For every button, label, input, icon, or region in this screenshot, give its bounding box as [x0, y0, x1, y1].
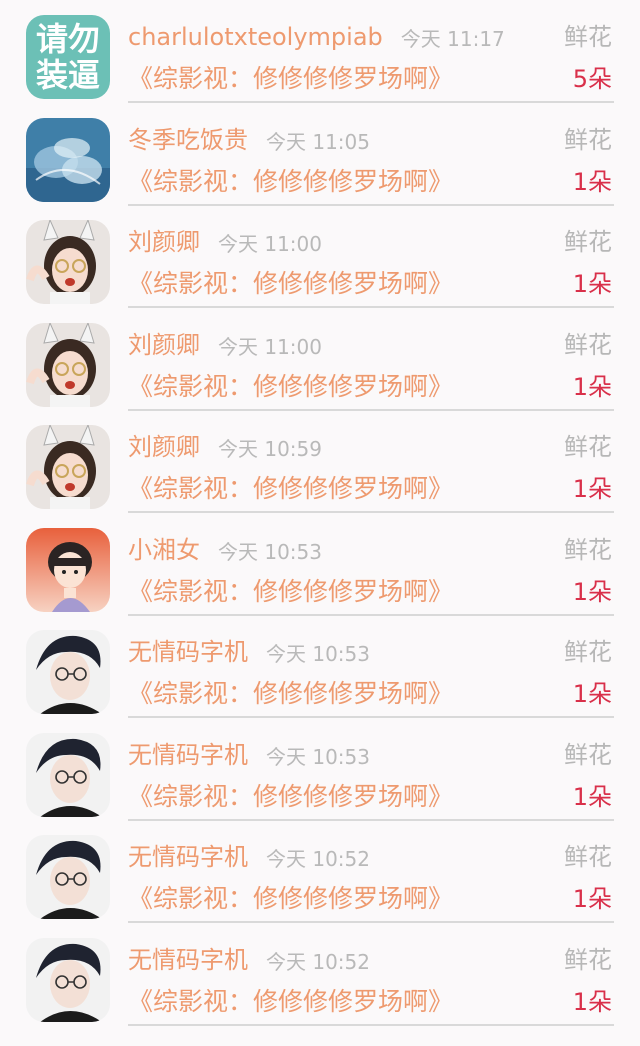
gift-time: 今天 10:59: [218, 437, 322, 461]
book-title[interactable]: 《综影视：修修修修罗场啊》: [128, 882, 453, 916]
text-avatar[interactable]: 请勿 装逼: [26, 15, 110, 99]
gift-time: 今天 11:00: [218, 334, 322, 359]
gift-time: 今天 10:53: [266, 744, 370, 769]
gift-record-row[interactable]: 请勿 装逼 charlulotxteolympiab 今天 11:17 鲜花《综影视：修…: [0, 0, 640, 103]
gift-type: 鲜花: [564, 740, 612, 769]
avatar-text: 装逼: [35, 56, 100, 94]
user-name[interactable]: charlulotxteolympiab: [128, 20, 383, 54]
book-title[interactable]: 《综影视：修修修修罗场啊》: [128, 165, 453, 199]
gift-count: 1朵: [572, 680, 612, 708]
row-divider: [128, 1023, 614, 1026]
avatar-text: 请勿: [35, 20, 100, 58]
user-name[interactable]: 刘颜卿: [128, 225, 200, 259]
gift-count: 1朵: [572, 782, 612, 811]
gift-record-row[interactable]: 刘颜卿 今天 11:00 鲜花《综影视：修修修修罗场啊》 1朵: [0, 205, 640, 308]
book-title[interactable]: 《综影视：修修修修罗场啊》: [128, 472, 453, 506]
gift-type: 鲜花: [564, 228, 612, 256]
man-glasses-avatar[interactable]: [26, 937, 110, 1022]
gift-record-row[interactable]: 刘颜卿 今天 10:59 鲜花《综影视：修修修修罗场啊》 1朵: [0, 410, 640, 513]
gift-type: 鲜花: [564, 945, 612, 974]
gift-record-row[interactable]: 无情码字机 今天 10:52 鲜花《综影视：修修修修罗场啊》 1朵: [0, 923, 640, 1026]
girl-avatar[interactable]: [26, 322, 110, 407]
gift-count: 1朵: [572, 167, 612, 196]
gift-record-row[interactable]: 冬季吃饭贵 今天 11:05 鲜花《综影视：修修修修罗场啊》 1朵: [0, 103, 640, 206]
gift-count: 1朵: [572, 372, 612, 401]
gift-type: 鲜花: [564, 535, 612, 564]
book-title[interactable]: 《综影视：修修修修罗场啊》: [128, 677, 453, 711]
girl-avatar[interactable]: [26, 220, 110, 304]
gift-time: 今天 10:52: [266, 847, 370, 871]
gift-record-row[interactable]: 小湘女 今天 10:53 鲜花《综影视：修修修修罗场啊》 1朵: [0, 513, 640, 616]
gift-count: 1朵: [572, 885, 612, 913]
man-glasses-avatar[interactable]: [26, 835, 110, 919]
cartoon-boy-avatar[interactable]: [26, 527, 110, 612]
gift-time: 今天 11:05: [266, 129, 370, 154]
gift-type: 鲜花: [564, 125, 612, 154]
gift-time: 今天 10:52: [266, 949, 370, 974]
gift-record-row[interactable]: 无情码字机 今天 10:53 鲜花《综影视：修修修修罗场啊》 1朵: [0, 718, 640, 821]
gift-count: 5朵: [572, 65, 612, 93]
gift-record-row[interactable]: 无情码字机 今天 10:52 鲜花《综影视：修修修修罗场啊》 1朵: [0, 820, 640, 923]
book-title[interactable]: 《综影视：修修修修罗场啊》: [128, 62, 453, 96]
gift-count: 1朵: [572, 577, 612, 606]
ice-avatar[interactable]: [26, 117, 110, 202]
gift-type: 鲜花: [564, 638, 612, 666]
man-glasses-avatar[interactable]: [26, 732, 110, 817]
man-glasses-avatar[interactable]: [26, 630, 110, 714]
book-title[interactable]: 《综影视：修修修修罗场啊》: [128, 780, 453, 814]
gift-type: 鲜花: [564, 330, 612, 359]
gift-time: 今天 11:00: [218, 232, 322, 256]
user-name[interactable]: 无情码字机: [128, 738, 248, 772]
book-title[interactable]: 《综影视：修修修修罗场啊》: [128, 267, 453, 301]
book-title[interactable]: 《综影视：修修修修罗场啊》: [128, 985, 453, 1019]
gift-list: 请勿 装逼 charlulotxteolympiab 今天 11:17 鲜花 《综影视：修…: [0, 0, 640, 1046]
girl-avatar[interactable]: [26, 425, 110, 509]
book-title[interactable]: 《综影视：修修修修罗场啊》: [128, 370, 453, 404]
user-name[interactable]: 无情码字机: [128, 840, 248, 874]
book-title[interactable]: 《综影视：修修修修罗场啊》: [128, 575, 453, 609]
gift-type: 鲜花: [564, 23, 612, 51]
user-name[interactable]: 冬季吃饭贵: [128, 123, 248, 157]
gift-count: 1朵: [572, 475, 612, 503]
user-name[interactable]: 无情码字机: [128, 635, 248, 669]
user-name[interactable]: 小湘女: [128, 533, 200, 567]
gift-time: 今天 10:53: [218, 539, 322, 564]
gift-count: 1朵: [572, 270, 612, 298]
gift-record-row[interactable]: 无情码字机 今天 10:53 鲜花《综影视：修修修修罗场啊》 1朵: [0, 615, 640, 718]
gift-type: 鲜花: [564, 433, 612, 461]
gift-time: 今天 11:17: [400, 27, 505, 51]
gift-type: 鲜花: [564, 843, 612, 871]
gift-count: 1朵: [572, 987, 612, 1016]
user-name[interactable]: 刘颜卿: [128, 430, 200, 464]
gift-time: 今天 10:53: [266, 642, 370, 666]
user-name[interactable]: 刘颜卿: [128, 328, 200, 362]
gift-record-row[interactable]: 刘颜卿 今天 11:00 鲜花《综影视：修修修修罗场啊》 1朵: [0, 308, 640, 411]
user-name[interactable]: 无情码字机: [128, 943, 248, 977]
